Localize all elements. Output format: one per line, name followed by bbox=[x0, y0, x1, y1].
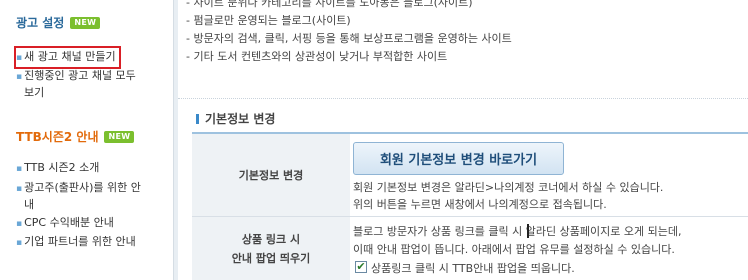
bullet-icon: ▪ bbox=[16, 219, 23, 229]
row-label-popup: 상품 링크 시 안내 팝업 띄우기 bbox=[192, 217, 350, 280]
row-label-text: 상품 링크 시 bbox=[241, 233, 301, 246]
bullet-icon: ▪ bbox=[16, 72, 23, 82]
ad-settings-title: 광고 설정 NEW bbox=[16, 14, 101, 31]
sidebar-item-all-ad-channels-cont[interactable]: 보기 bbox=[24, 84, 44, 101]
sidebar-divider bbox=[173, 0, 178, 280]
sidebar-item-ttb-publisher-cont[interactable]: 내 bbox=[24, 196, 34, 213]
sidebar-item-label: 광고주(출판사)를 위한 안 bbox=[24, 181, 141, 194]
popup-checkbox[interactable]: ✔ bbox=[355, 261, 367, 273]
sidebar: 광고 설정 NEW ▪ 새 광고 채널 만들기 ▪ 진행중인 광고 채널 모두 보기… bbox=[0, 0, 173, 280]
row-label-text: 기본정보 변경 bbox=[238, 169, 304, 182]
sidebar-item-new-ad-channel[interactable]: ▪ 새 광고 채널 만들기 bbox=[14, 46, 121, 69]
intro-line: - 방문자의 검색, 클릭, 서핑 등을 통해 보상프로그램을 운영하는 사이트 bbox=[186, 32, 512, 45]
ad-settings-title-text: 광고 설정 bbox=[16, 16, 65, 30]
checkmark-icon: ✔ bbox=[356, 260, 366, 273]
row-label-basic-info: 기본정보 변경 bbox=[192, 134, 350, 216]
intro-line: - 펌글로만 운영되는 블로그(사이트) bbox=[186, 14, 351, 27]
sidebar-item-label: TTB 시즌2 소개 bbox=[24, 161, 100, 174]
section-marker-icon bbox=[196, 113, 199, 124]
ttb-guide-title: TTB시즌2 안내 NEW bbox=[16, 128, 135, 145]
section-title: 기본정보 변경 bbox=[196, 110, 275, 127]
sidebar-item-label: 보기 bbox=[24, 86, 45, 99]
row-text: 블로그 방문자가 상품 링크를 클릭 시 알라딘 상품페이지로 오게 되는데, bbox=[353, 225, 682, 238]
sidebar-item-label: 내 bbox=[24, 198, 35, 211]
sidebar-item-label: CPC 수익배분 안내 bbox=[24, 216, 114, 229]
member-info-change-button[interactable]: 회원 기본정보 변경 바로가기 bbox=[353, 142, 564, 175]
sidebar-item-ttb-intro[interactable]: ▪ TTB 시즌2 소개 bbox=[16, 159, 99, 178]
sidebar-item-ttb-publisher[interactable]: ▪ 광고주(출판사)를 위한 안 bbox=[16, 179, 141, 198]
row-text: 회원 기본정보 변경은 알라딘>나의계정 코너에서 하실 수 있습니다. bbox=[353, 181, 664, 194]
row-text: 위의 버튼을 누르면 새창에서 나의계정으로 접속됩니다. bbox=[353, 198, 607, 211]
button-label: 회원 기본정보 변경 바로가기 bbox=[379, 153, 538, 168]
bullet-icon: ▪ bbox=[16, 238, 23, 248]
new-badge: NEW bbox=[70, 16, 101, 29]
new-badge: NEW bbox=[104, 130, 135, 143]
intro-line: - 기타 도서 컨텐츠와의 상관성이 낮거나 부적합한 사이트 bbox=[186, 50, 448, 63]
sidebar-item-cpc[interactable]: ▪ CPC 수익배분 안내 bbox=[16, 214, 114, 233]
sidebar-item-enterprise[interactable]: ▪ 기업 파트너를 위한 안내 bbox=[16, 233, 136, 252]
text-cursor-icon bbox=[527, 224, 529, 238]
section-title-text: 기본정보 변경 bbox=[205, 112, 276, 126]
row-text: 이때 안내 팝업이 뜹니다. 아래에서 팝업 유무를 설정하실 수 있습니다. bbox=[353, 243, 675, 256]
sidebar-item-label: 기업 파트너를 위한 안내 bbox=[24, 235, 136, 248]
row-label-text: 안내 팝업 띄우기 bbox=[231, 252, 311, 265]
ttb-guide-title-text: TTB시즌2 안내 bbox=[16, 130, 99, 144]
sidebar-item-label: 진행중인 광고 채널 모두 bbox=[24, 69, 136, 82]
checkbox-label: 상품링크 클릭 시 TTB안내 팝업을 띄웁니다. bbox=[371, 262, 575, 275]
bullet-icon: ▪ bbox=[16, 53, 23, 63]
bullet-icon: ▪ bbox=[16, 164, 23, 174]
section-divider bbox=[178, 98, 748, 99]
intro-line: - 사이트 분위나 카테고리를 사이트를 도아동은 블로그(사이트) bbox=[186, 0, 473, 9]
sidebar-item-label: 새 광고 채널 만들기 bbox=[24, 50, 116, 63]
bullet-icon: ▪ bbox=[16, 184, 23, 194]
